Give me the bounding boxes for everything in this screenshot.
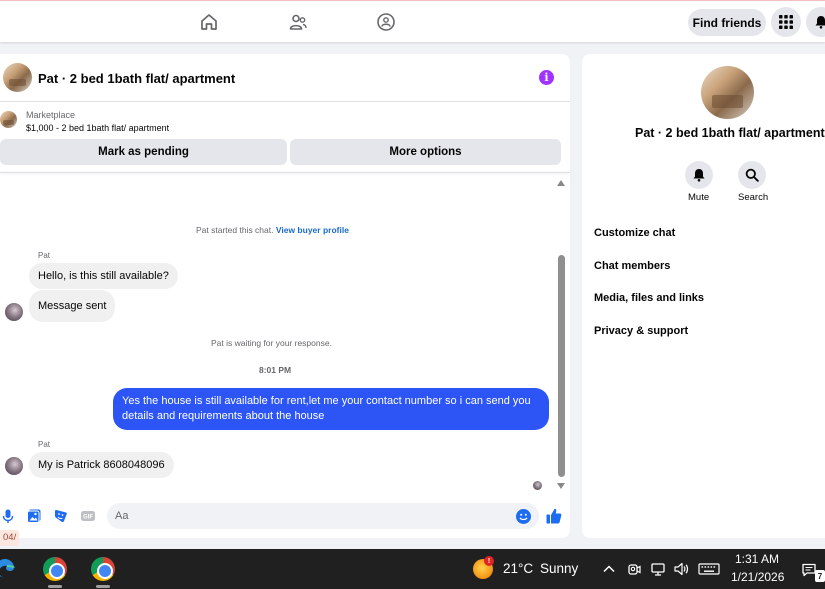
camera-icon[interactable] bbox=[626, 561, 642, 577]
sender-name: Pat bbox=[38, 440, 51, 449]
edge-browser-icon[interactable] bbox=[0, 557, 16, 579]
view-buyer-profile-link[interactable]: View buyer profile bbox=[276, 225, 349, 235]
svg-text:GIF: GIF bbox=[83, 515, 93, 521]
chevron-up-icon[interactable] bbox=[601, 561, 617, 577]
outgoing-message[interactable]: Yes the house is still available for ren… bbox=[113, 388, 549, 430]
microphone-icon[interactable] bbox=[0, 508, 16, 524]
notification-count-badge: 7 bbox=[815, 570, 825, 582]
chat-panel: Pat · 2 bed 1bath flat/ apartment i Mark… bbox=[0, 54, 570, 538]
listing-avatar[interactable] bbox=[3, 63, 32, 92]
keyboard-icon[interactable] bbox=[698, 561, 720, 577]
chrome-icon[interactable] bbox=[91, 557, 115, 581]
groups-icon[interactable] bbox=[376, 12, 396, 32]
conversation-name: Pat · 2 bed 1bath flat/ apartment bbox=[635, 126, 825, 140]
scroll-down-arrow[interactable] bbox=[557, 483, 565, 489]
chat-title[interactable]: Pat · 2 bed 1bath flat/ apartment bbox=[38, 71, 235, 86]
temperature[interactable]: 21°C bbox=[503, 561, 533, 576]
media-files-links-item[interactable]: Media, files and links bbox=[594, 292, 704, 304]
mark-as-pending-button[interactable]: Mark as pending bbox=[0, 139, 287, 165]
network-icon[interactable] bbox=[650, 561, 666, 577]
listing-profile-photo[interactable] bbox=[701, 66, 754, 119]
friends-icon[interactable] bbox=[288, 12, 308, 32]
chat-started-notice: Pat started this chat. View buyer profil… bbox=[196, 225, 349, 235]
gif-icon[interactable]: GIF bbox=[80, 508, 96, 524]
time-separator: 8:01 PM bbox=[259, 365, 292, 375]
listing-price-title[interactable]: $1,000 - 2 bed 1bath flat/ apartment bbox=[26, 123, 169, 133]
message-input[interactable] bbox=[107, 503, 539, 529]
marketplace-label: Marketplace bbox=[26, 110, 76, 120]
scrollbar-thumb[interactable] bbox=[558, 255, 565, 477]
home-icon[interactable] bbox=[199, 12, 219, 32]
scroll-up-arrow[interactable] bbox=[557, 180, 565, 186]
search-button[interactable] bbox=[738, 161, 766, 189]
photo-gallery-icon[interactable] bbox=[26, 508, 42, 524]
more-options-button[interactable]: More options bbox=[290, 139, 561, 165]
clock-date[interactable]: 1/21/2026 bbox=[731, 570, 784, 584]
customize-chat-item[interactable]: Customize chat bbox=[594, 227, 675, 239]
mute-button[interactable] bbox=[685, 161, 713, 189]
chrome-icon[interactable] bbox=[43, 557, 67, 581]
divider bbox=[0, 172, 570, 173]
bell-icon bbox=[693, 169, 705, 182]
waiting-notice: Pat is waiting for your response. bbox=[211, 338, 332, 348]
top-navigation: Find friends bbox=[0, 0, 825, 42]
incoming-message[interactable]: Hello, is this still available? bbox=[29, 263, 178, 289]
info-icon[interactable]: i bbox=[539, 70, 554, 85]
chat-header: Pat · 2 bed 1bath flat/ apartment i bbox=[0, 54, 570, 102]
active-app-indicator bbox=[96, 585, 110, 588]
search-label: Search bbox=[738, 192, 769, 203]
sticker-icon[interactable] bbox=[53, 508, 69, 524]
mute-label: Mute bbox=[688, 192, 710, 203]
weather-condition[interactable]: Sunny bbox=[540, 561, 578, 576]
incoming-message[interactable]: Message sent bbox=[29, 290, 116, 322]
notifications-bell-icon[interactable] bbox=[806, 7, 825, 37]
emoji-icon[interactable] bbox=[516, 509, 531, 524]
incoming-message[interactable]: My is Patrick 8608048096 bbox=[29, 452, 174, 478]
active-app-indicator bbox=[48, 585, 62, 588]
find-friends-button[interactable]: Find friends bbox=[688, 9, 766, 36]
weather-alert-badge: ! bbox=[484, 556, 494, 566]
sender-name: Pat bbox=[38, 251, 51, 260]
chat-members-item[interactable]: Chat members bbox=[594, 260, 670, 272]
menu-grid-icon[interactable] bbox=[771, 7, 801, 37]
privacy-support-item[interactable]: Privacy & support bbox=[594, 325, 688, 337]
conversation-info-panel: Pat · 2 bed 1bath flat/ apartment Mute S… bbox=[582, 54, 825, 538]
clock-time[interactable]: 1:31 AM bbox=[735, 552, 779, 566]
page-tag: 04/ bbox=[0, 530, 20, 546]
search-icon bbox=[745, 168, 759, 182]
pat-avatar[interactable] bbox=[5, 303, 23, 321]
thumbs-up-icon[interactable] bbox=[545, 507, 563, 525]
volume-icon[interactable] bbox=[673, 561, 689, 577]
pat-avatar[interactable] bbox=[5, 457, 23, 475]
listing-thumbnail[interactable] bbox=[0, 111, 17, 128]
seen-indicator bbox=[533, 481, 542, 490]
